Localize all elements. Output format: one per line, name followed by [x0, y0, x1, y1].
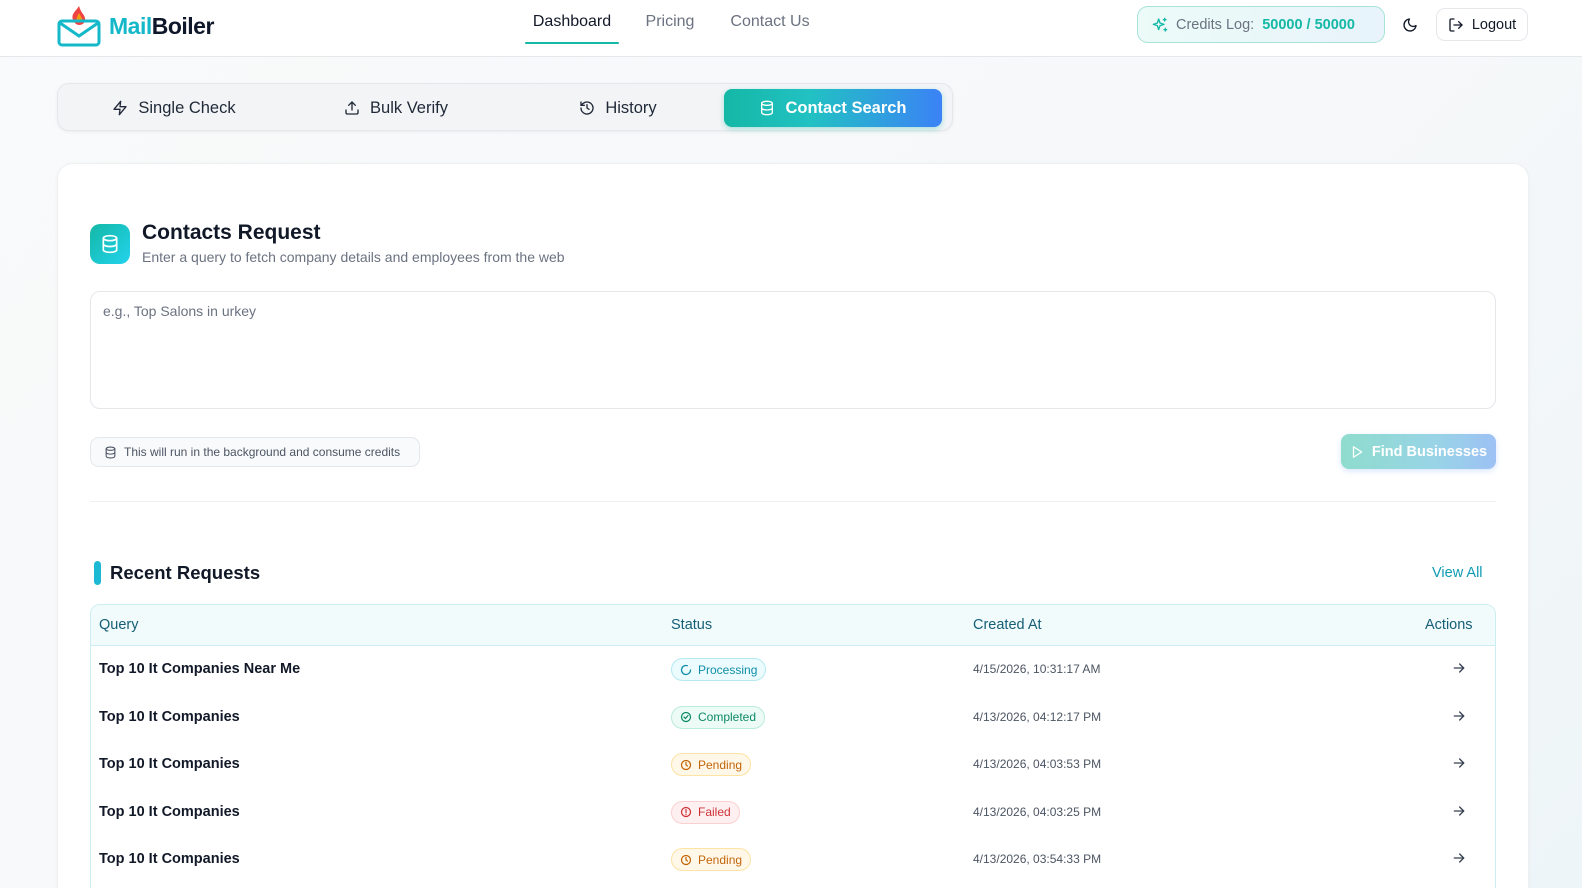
- tab-contact-search[interactable]: Contact Search: [724, 89, 942, 127]
- status-text: Completed: [698, 710, 757, 724]
- alert-circle-icon: [680, 806, 692, 818]
- credits-label: Credits Log:: [1176, 16, 1255, 33]
- top-header: MailBoiler Dashboard Pricing Contact Us …: [0, 0, 1582, 57]
- logo-envelope-flame-icon: [57, 6, 101, 47]
- logout-button[interactable]: Logout: [1436, 8, 1528, 41]
- status-text: Pending: [698, 757, 743, 772]
- logo-text: MailBoiler: [109, 13, 214, 40]
- status-text: Failed: [698, 805, 731, 819]
- theme-toggle-button[interactable]: [1398, 13, 1422, 37]
- column-header-query: Query: [99, 617, 139, 633]
- tab-bulk-verify-label: Bulk Verify: [370, 98, 448, 117]
- sparkle-icon: [1152, 17, 1168, 32]
- main-nav: Dashboard Pricing Contact Us: [525, 0, 819, 57]
- recent-requests-table: Query Status Created At Actions Top 10 I…: [90, 604, 1496, 888]
- background-credits-note: This will run in the background and cons…: [90, 437, 420, 467]
- row-query: Top 10 It Companies: [99, 803, 240, 820]
- row-created-at: 4/13/2026, 04:03:25 PM: [973, 804, 1102, 819]
- contacts-request-title: Contacts Request: [142, 221, 321, 244]
- tab-bulk-verify[interactable]: Bulk Verify: [285, 89, 507, 127]
- column-header-status: Status: [671, 617, 713, 633]
- find-businesses-label: Find Businesses: [1371, 443, 1488, 460]
- nav-pricing[interactable]: Pricing: [619, 0, 721, 44]
- status-badge: Completed: [671, 705, 766, 729]
- arrow-right-icon[interactable]: [1451, 755, 1467, 771]
- status-text: Processing: [698, 662, 758, 677]
- logo[interactable]: MailBoiler: [57, 4, 214, 48]
- column-header-created-at: Created At: [973, 617, 1042, 633]
- arrow-right-icon[interactable]: [1451, 708, 1467, 724]
- status-badge: Pending: [671, 753, 752, 776]
- tab-history-label: History: [605, 98, 657, 117]
- table-row[interactable]: Top 10 It Companies Completed 4/13/2026,…: [91, 694, 1495, 742]
- credits-value: 50000 / 50000: [1262, 16, 1355, 33]
- arrow-right-icon[interactable]: [1451, 850, 1467, 866]
- contacts-request-subtitle: Enter a query to fetch company details a…: [142, 249, 565, 265]
- status-text: Pending: [698, 852, 743, 867]
- column-header-actions: Actions: [1425, 617, 1473, 633]
- nav-dashboard[interactable]: Dashboard: [525, 0, 619, 44]
- check-circle-icon: [680, 711, 692, 723]
- row-query: Top 10 It Companies: [99, 851, 240, 867]
- upload-icon: [345, 101, 359, 115]
- loader-icon: [680, 664, 692, 675]
- lightning-icon: [113, 100, 128, 116]
- table-row[interactable]: Top 10 It Companies Pending 4/13/2026, 0…: [91, 741, 1495, 789]
- row-query: Top 10 It Companies: [99, 756, 240, 772]
- database-icon: [761, 100, 774, 116]
- find-businesses-button[interactable]: Find Businesses: [1341, 434, 1496, 469]
- tab-single-check-label: Single Check: [138, 98, 236, 117]
- row-query: Top 10 It Companies Near Me: [99, 661, 301, 677]
- history-icon: [580, 101, 594, 115]
- tab-history[interactable]: History: [507, 89, 729, 127]
- row-created-at: 4/15/2026, 10:31:17 AM: [973, 662, 1101, 676]
- background-note-text: This will run in the background and cons…: [124, 445, 401, 459]
- tab-contact-search-label: Contact Search: [785, 98, 907, 117]
- status-badge: Processing: [671, 658, 767, 681]
- section-divider: [90, 501, 1496, 502]
- view-all-link[interactable]: View All: [1432, 565, 1483, 581]
- row-created-at: 4/13/2026, 04:03:53 PM: [973, 757, 1102, 771]
- table-row[interactable]: Top 10 It Companies Pending 4/13/2026, 0…: [91, 836, 1495, 884]
- row-created-at: 4/13/2026, 04:12:17 PM: [973, 709, 1102, 724]
- contact-search-card: Contacts Request Enter a query to fetch …: [57, 163, 1529, 888]
- clock-icon: [680, 854, 692, 865]
- arrow-right-icon[interactable]: [1451, 660, 1467, 676]
- tool-tabs: Single Check Bulk Verify History Contact…: [57, 83, 953, 131]
- row-created-at: 4/13/2026, 03:54:33 PM: [973, 852, 1102, 866]
- recent-requests-accent-bar: [94, 561, 101, 585]
- logo-text-boiler: Boiler: [151, 12, 215, 39]
- contacts-request-icon-badge: [90, 224, 130, 264]
- query-input[interactable]: [90, 291, 1496, 409]
- clock-icon: [680, 759, 692, 770]
- logout-label: Logout: [1471, 16, 1517, 33]
- database-icon: [105, 446, 116, 458]
- play-icon: [1352, 445, 1363, 458]
- credits-log-badge[interactable]: Credits Log: 50000 / 50000: [1137, 6, 1385, 43]
- moon-icon: [1403, 18, 1417, 32]
- arrow-right-icon[interactable]: [1451, 803, 1467, 819]
- logo-text-mail: Mail: [109, 12, 152, 39]
- database-icon: [102, 234, 118, 254]
- table-row[interactable]: Top 10 It Companies Failed 4/13/2026, 04…: [91, 789, 1495, 837]
- table-row[interactable]: Top 10 It Companies Near Me Processing 4…: [91, 646, 1495, 694]
- table-header: Query Status Created At Actions: [91, 605, 1495, 646]
- nav-contact-us[interactable]: Contact Us: [721, 0, 819, 44]
- status-badge: Failed: [671, 800, 740, 824]
- logout-icon: [1449, 17, 1463, 32]
- row-query: Top 10 It Companies: [99, 708, 240, 725]
- tab-single-check[interactable]: Single Check: [63, 89, 285, 127]
- recent-requests-title: Recent Requests: [110, 562, 261, 583]
- status-badge: Pending: [671, 848, 752, 871]
